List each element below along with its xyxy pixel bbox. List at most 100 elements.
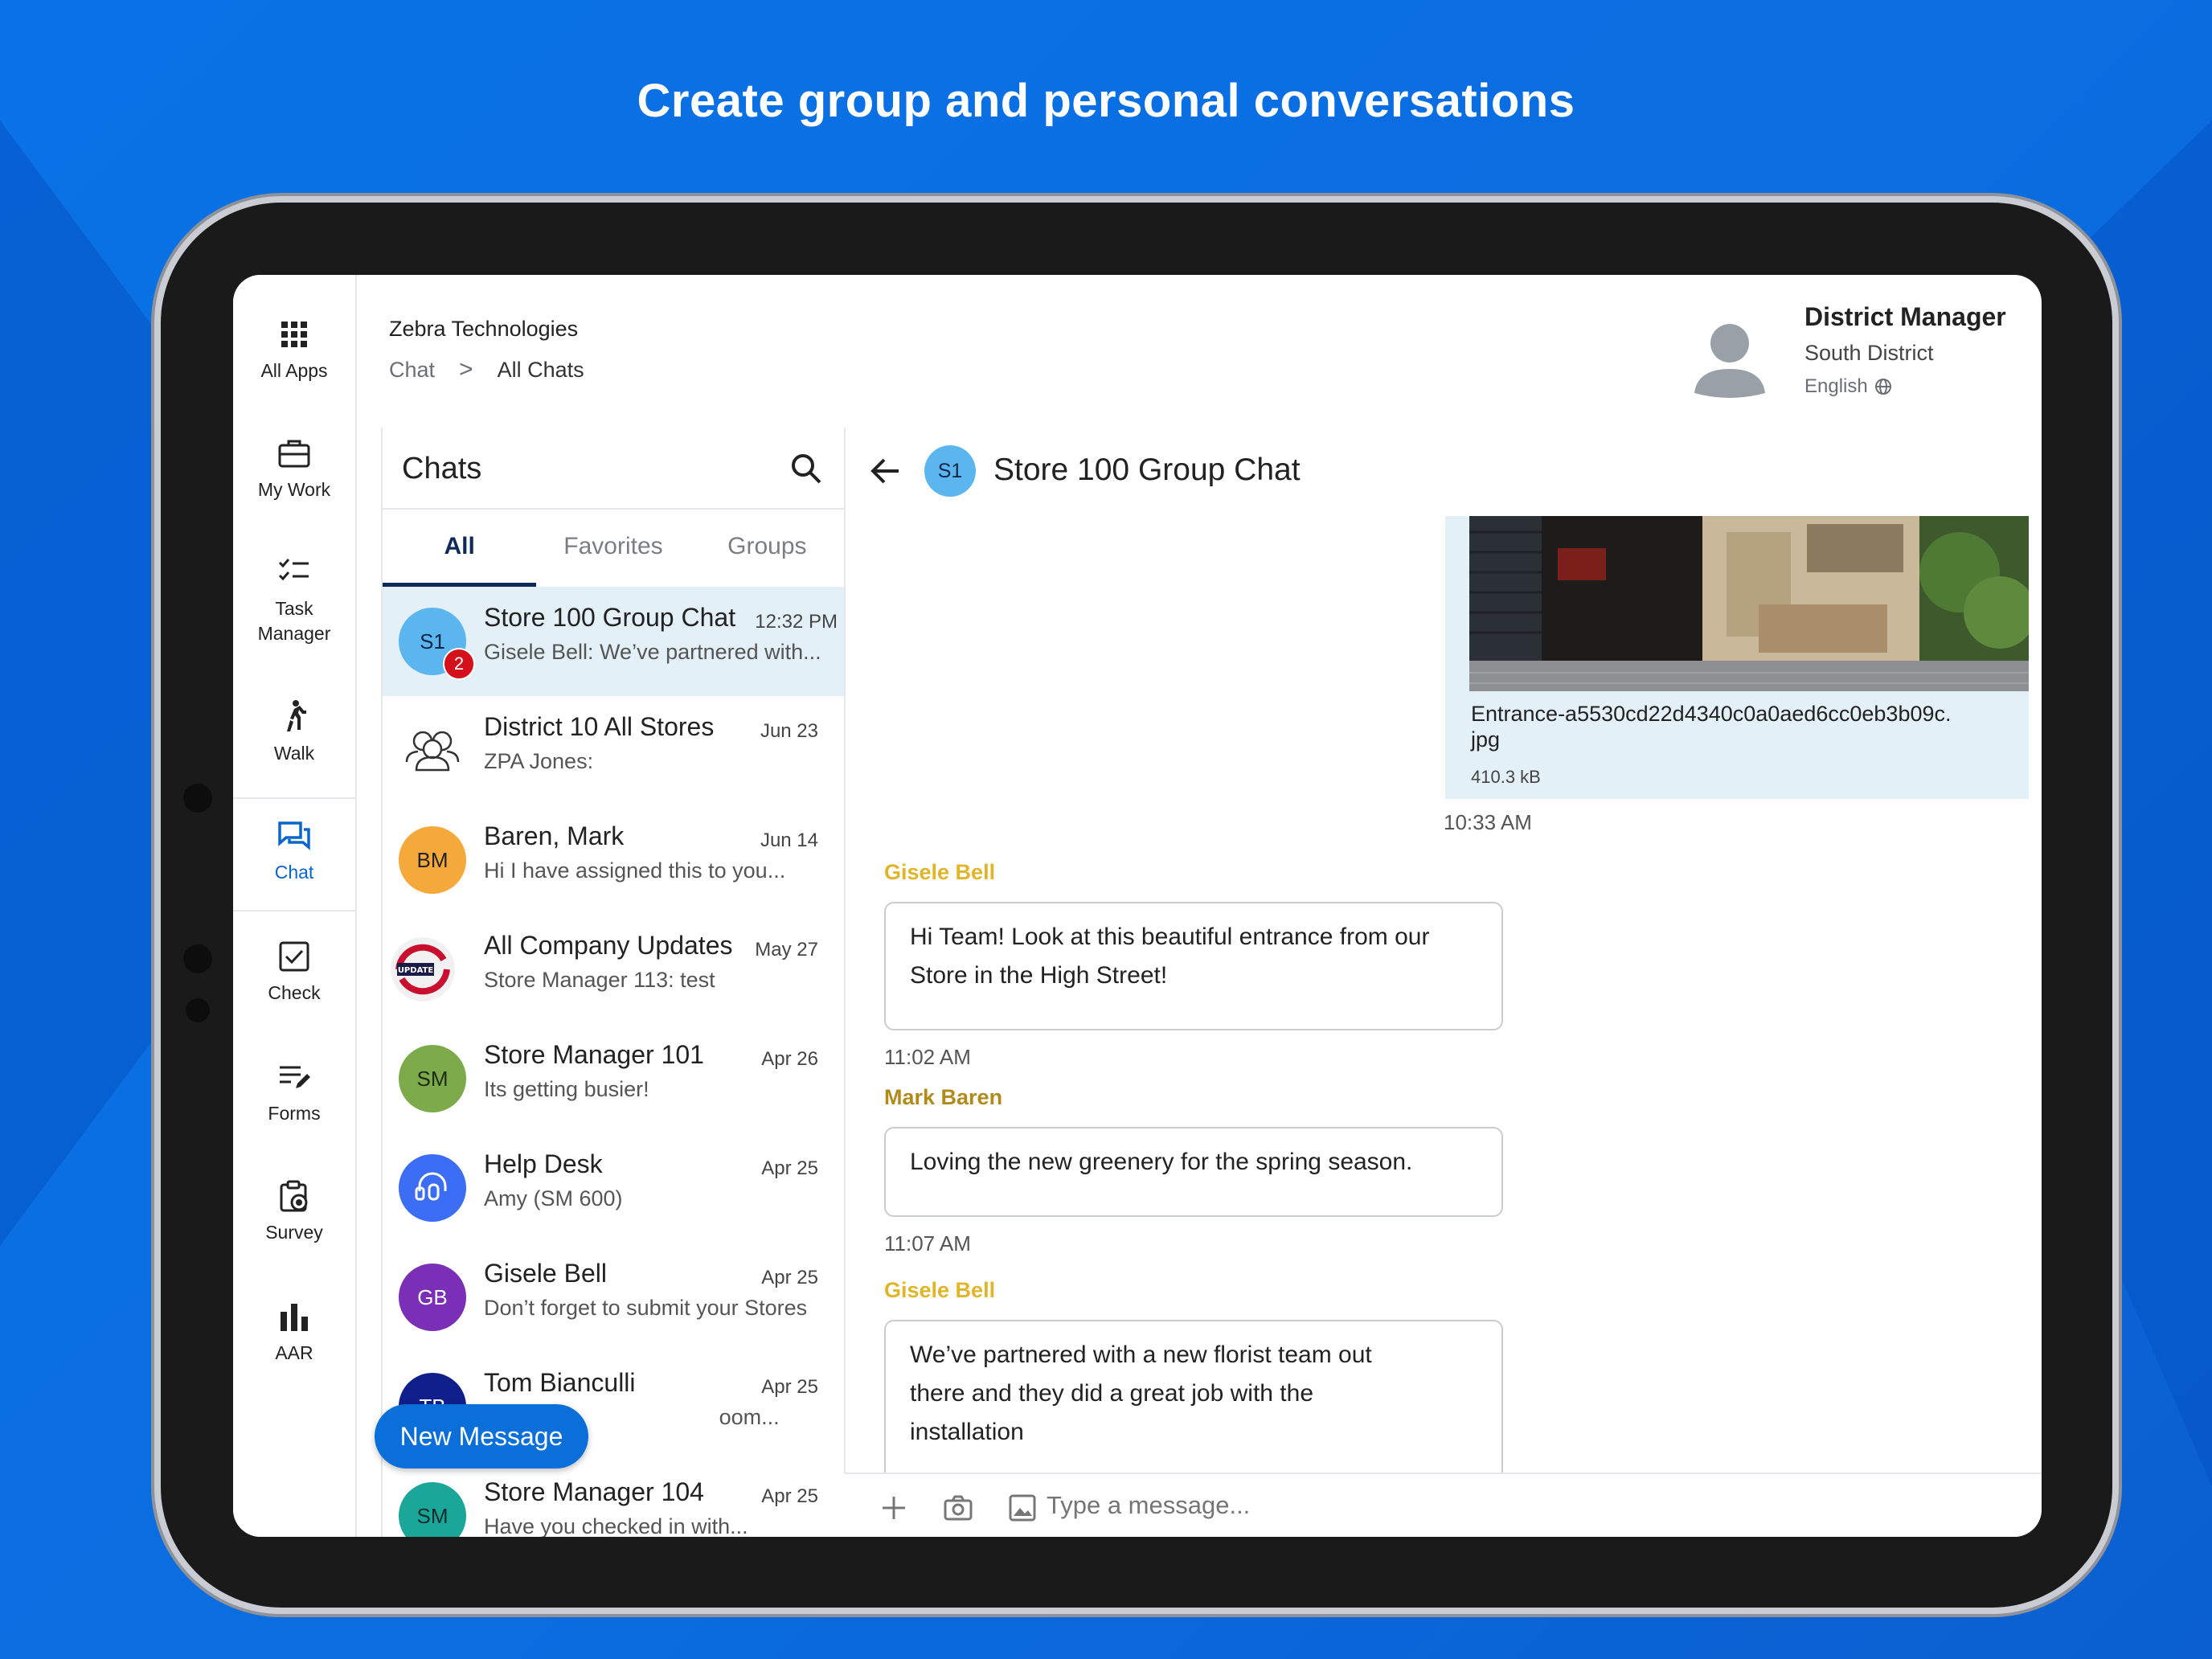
search-icon[interactable] — [788, 450, 825, 487]
chat-row-name: Help Desk — [484, 1149, 603, 1178]
conversation-avatar: S1 — [924, 445, 976, 497]
attachment-size: 410.3 kB — [1471, 767, 1541, 787]
nav-label: Chat — [274, 862, 314, 883]
chat-row-preview: Amy (SM 600) — [484, 1186, 623, 1210]
chat-row[interactable]: Help Desk Apr 25 Amy (SM 600) — [383, 1133, 844, 1243]
tab-all[interactable]: All — [383, 510, 537, 587]
chat-row-preview: Store Manager 113: test — [484, 968, 715, 992]
nav-label: Task Manager — [257, 598, 331, 644]
message-sender: Mark Baren — [884, 1085, 1003, 1109]
chat-row[interactable]: UPDATE All Company Updates May 27 Store … — [383, 915, 844, 1024]
camera-dot — [186, 998, 210, 1022]
tab-favorites[interactable]: Favorites — [536, 510, 690, 587]
message-bubble: Loving the new greenery for the spring s… — [884, 1127, 1503, 1217]
chat-row[interactable]: GB Gisele Bell Apr 25 Don’t forget to su… — [383, 1243, 844, 1352]
nav-label: Walk — [273, 743, 315, 764]
checkbox-icon — [279, 941, 309, 972]
nav-my-work[interactable]: My Work — [233, 436, 355, 502]
chat-row[interactable]: BM Baren, Mark Jun 14 Hi I have assigned… — [383, 805, 844, 915]
chat-icon — [278, 821, 310, 850]
nav-survey[interactable]: Survey — [233, 1178, 355, 1245]
camera-dot — [183, 784, 212, 813]
conversation-title: Store 100 Group Chat — [993, 453, 1301, 487]
chat-row-name: District 10 All Stores — [484, 712, 715, 741]
chat-row-name: Gisele Bell — [484, 1259, 607, 1288]
language-selector[interactable]: English — [1804, 375, 1892, 398]
chat-row-preview: Don’t forget to submit your Stores — [484, 1296, 808, 1320]
message-sender: Gisele Bell — [884, 860, 996, 884]
chat-row[interactable]: S1 2 Store 100 Group Chat 12:32 PM Gisel… — [383, 587, 844, 696]
chat-row-time: Jun 14 — [760, 830, 818, 851]
marketing-headline: Create group and personal conversations — [637, 75, 1575, 127]
nav-aar[interactable]: AAR — [233, 1299, 355, 1366]
svg-text:UPDATE: UPDATE — [398, 966, 434, 975]
nav-task-manager[interactable]: Task Manager — [233, 555, 355, 646]
chat-list-panel: Chats All Favorites Groups S1 2 Store 10… — [381, 428, 846, 1537]
chat-rows: S1 2 Store 100 Group Chat 12:32 PM Gisel… — [383, 587, 844, 1537]
organization-name: Zebra Technologies — [389, 317, 579, 341]
nav-forms[interactable]: Forms — [233, 1059, 355, 1126]
plus-icon[interactable] — [878, 1492, 910, 1524]
message-bubble: We’ve partnered with a new florist team … — [884, 1320, 1503, 1481]
chat-row-time: Apr 25 — [761, 1376, 818, 1398]
avatar: SM — [399, 1482, 466, 1537]
image-attachment[interactable]: Entrance-a5530cd22d4340c0a0aed6cc0eb3b09… — [1445, 516, 2029, 799]
breadcrumb-parent[interactable]: Chat — [389, 358, 435, 383]
chat-row-time: Apr 25 — [761, 1157, 818, 1179]
avatar: GB — [399, 1264, 466, 1331]
message-time: 11:07 AM — [884, 1231, 971, 1256]
new-message-button[interactable]: New Message — [375, 1404, 588, 1469]
message-composer — [844, 1473, 2042, 1537]
chat-row-name: Store Manager 101 — [484, 1040, 704, 1069]
nav-check[interactable]: Check — [233, 939, 355, 1006]
avatar: BM — [399, 826, 466, 894]
back-arrow-icon[interactable] — [868, 453, 903, 489]
chat-row-time: Apr 25 — [761, 1267, 818, 1288]
nav-label: Survey — [265, 1222, 323, 1243]
camera-dot — [183, 944, 212, 973]
nav-divider — [233, 797, 355, 799]
message-sender: Gisele Bell — [884, 1278, 996, 1302]
bar-chart-icon — [281, 1304, 308, 1331]
nav-label: Check — [268, 982, 321, 1003]
tab-groups[interactable]: Groups — [690, 510, 844, 587]
forms-icon — [280, 1066, 310, 1088]
message-input[interactable] — [1045, 1490, 1852, 1521]
chat-row[interactable]: District 10 All Stores Jun 23 ZPA Jones: — [383, 696, 844, 805]
chat-row-preview: Have you checked in with... — [484, 1514, 748, 1537]
nav-label: My Work — [257, 479, 331, 500]
nav-all-apps[interactable]: All Apps — [233, 317, 355, 383]
language-label: English — [1804, 375, 1868, 397]
message-time: 11:02 AM — [884, 1045, 971, 1069]
image-icon[interactable] — [1006, 1492, 1038, 1524]
app-screen: All Apps My Work Task Manager Walk Chat … — [233, 275, 2042, 1537]
chat-row-time: May 27 — [755, 939, 818, 961]
group-people-icon — [405, 731, 460, 772]
globe-icon — [1874, 379, 1891, 395]
attachment-time: 10:33 AM — [1444, 810, 1532, 834]
profile-avatar-icon[interactable] — [1690, 319, 1770, 399]
chat-row-name: Tom Bianculli — [484, 1368, 636, 1397]
walk-icon — [287, 700, 306, 731]
chat-filter-tabs: All Favorites Groups — [383, 510, 844, 587]
chat-row[interactable]: SM Store Manager 101 Apr 26 Its getting … — [383, 1024, 844, 1133]
chat-row-name: All Company Updates — [484, 931, 733, 960]
headset-icon — [399, 1154, 466, 1222]
grid-icon — [281, 322, 307, 347]
chat-row-time: Apr 25 — [761, 1485, 818, 1507]
chat-row[interactable]: SM Store Manager 104 Apr 25 Have you che… — [383, 1461, 844, 1537]
nav-label: Forms — [268, 1103, 321, 1124]
chat-list-title: Chats — [402, 452, 482, 485]
camera-icon[interactable] — [942, 1492, 974, 1524]
breadcrumb-current: All Chats — [497, 357, 584, 382]
avatar: SM — [399, 1045, 466, 1112]
profile-district: South District — [1804, 341, 1934, 365]
breadcrumb-separator-icon: > — [459, 356, 473, 383]
chat-row-time: Jun 23 — [760, 720, 818, 742]
nav-label: All Apps — [260, 360, 328, 381]
briefcase-icon — [278, 440, 310, 468]
survey-icon — [280, 1180, 308, 1212]
nav-chat[interactable]: Chat — [233, 818, 355, 885]
chat-row-time: Apr 26 — [761, 1048, 818, 1070]
nav-walk[interactable]: Walk — [233, 699, 355, 766]
